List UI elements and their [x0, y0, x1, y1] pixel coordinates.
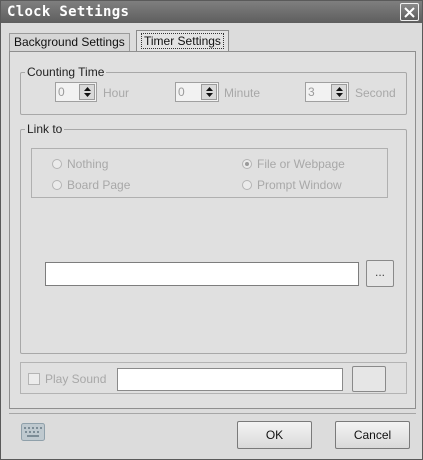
window-title: Clock Settings — [7, 4, 130, 20]
second-spinner[interactable]: 3 — [305, 82, 349, 102]
keyboard-icon[interactable] — [21, 423, 45, 441]
radio-nothing-indicator — [52, 159, 62, 169]
cancel-button[interactable]: Cancel — [335, 421, 410, 449]
minute-unit: Minute — [224, 86, 261, 100]
radio-board-page-label: Board Page — [67, 178, 131, 192]
play-sound-group: Play Sound — [20, 362, 407, 394]
footer-separator — [9, 413, 416, 414]
play-sound-label: Play Sound — [45, 372, 107, 386]
radio-board-page-indicator — [52, 180, 62, 190]
second-spin-arrows[interactable] — [331, 84, 347, 100]
hour-unit: Hour — [103, 86, 130, 100]
tab-background-settings[interactable]: Background Settings — [9, 33, 130, 51]
radio-prompt-window-indicator — [242, 180, 252, 190]
second-value: 3 — [308, 85, 315, 99]
radio-file-or-webpage-indicator — [242, 159, 252, 169]
sound-browse-button[interactable] — [352, 366, 386, 392]
spin-arrows-icon — [336, 87, 343, 97]
spin-arrows-icon — [84, 87, 91, 97]
hour-value: 0 — [58, 85, 65, 99]
tab-strip: Background Settings Timer Settings — [9, 30, 409, 52]
sound-path-input[interactable] — [117, 368, 343, 391]
radio-board-page[interactable]: Board Page — [52, 178, 130, 192]
radio-nothing[interactable]: Nothing — [52, 157, 108, 171]
minute-spinner[interactable]: 0 — [175, 82, 219, 102]
minute-spin-arrows[interactable] — [201, 84, 217, 100]
hour-spin-arrows[interactable] — [79, 84, 95, 100]
play-sound-checkbox[interactable] — [28, 373, 40, 385]
spin-arrows-icon — [206, 87, 213, 97]
tab-timer-settings-label: Timer Settings — [141, 33, 224, 49]
link-to-label: Link to — [27, 122, 63, 136]
counting-time-label: Counting Time — [27, 65, 105, 79]
radio-prompt-window-label: Prompt Window — [257, 178, 342, 192]
radio-file-or-webpage[interactable]: File or Webpage — [242, 157, 345, 171]
tab-timer-settings[interactable]: Timer Settings — [136, 30, 229, 51]
link-to-group: Link to Nothing File or Webpage Board Pa… — [20, 122, 407, 354]
ok-button[interactable]: OK — [237, 421, 312, 449]
close-button[interactable] — [400, 3, 419, 21]
radio-prompt-window[interactable]: Prompt Window — [242, 178, 342, 192]
link-path-input[interactable] — [45, 262, 359, 286]
title-bar[interactable]: Clock Settings — [1, 1, 422, 23]
link-options-box: Nothing File or Webpage Board Page Promp… — [31, 148, 388, 198]
minute-value: 0 — [178, 85, 185, 99]
second-unit: Second — [355, 86, 396, 100]
radio-file-or-webpage-label: File or Webpage — [257, 157, 345, 171]
timer-settings-panel: Counting Time 0 Hour 0 Minute 3 Second L… — [9, 51, 416, 409]
clock-settings-dialog: Clock Settings Background Settings Timer… — [0, 0, 423, 460]
radio-nothing-label: Nothing — [67, 157, 109, 171]
hour-spinner[interactable]: 0 — [55, 82, 97, 102]
close-icon — [404, 6, 415, 18]
link-browse-button[interactable]: ... — [366, 260, 394, 287]
